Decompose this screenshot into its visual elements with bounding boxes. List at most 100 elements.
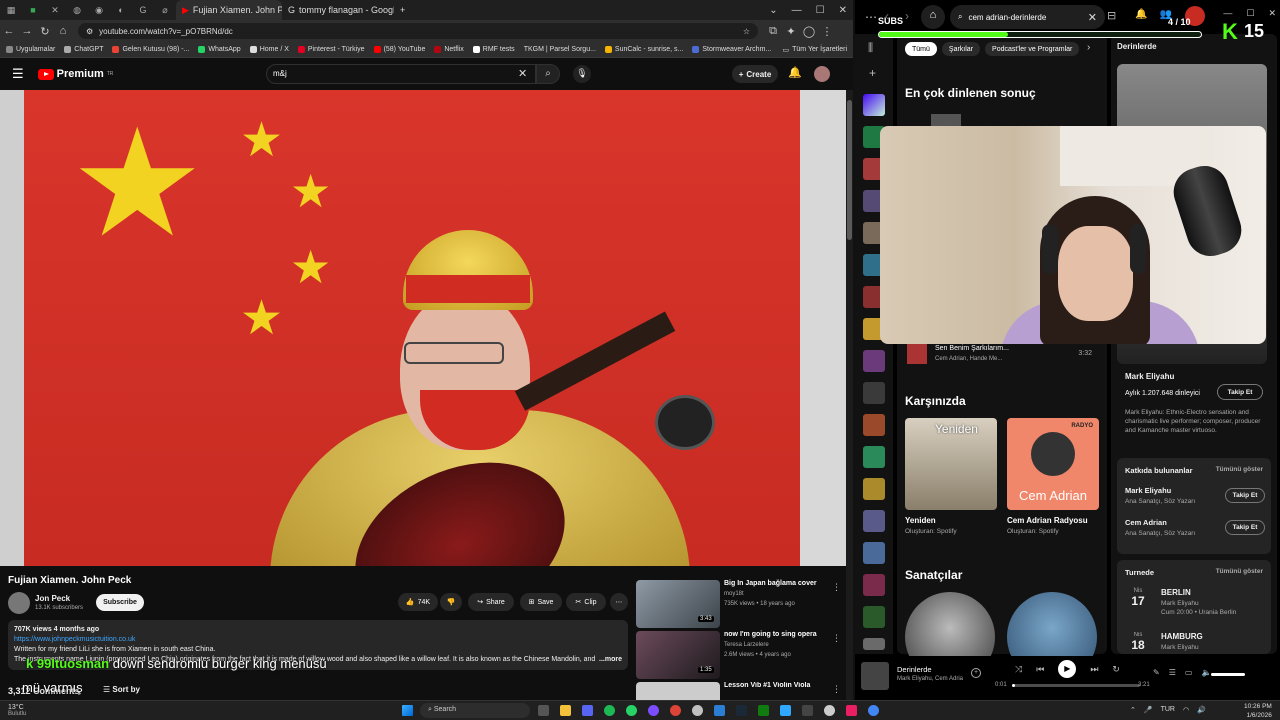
artist-name[interactable]: Mark Eliyahu bbox=[1125, 372, 1174, 381]
account-avatar[interactable] bbox=[814, 66, 830, 82]
spotify-icon[interactable] bbox=[604, 705, 615, 716]
discord-icon[interactable] bbox=[582, 705, 593, 716]
weather-widget[interactable]: 13°C Bulutlu bbox=[8, 704, 26, 717]
opera-icon[interactable] bbox=[692, 705, 703, 716]
description-link[interactable]: https://www.johnpeckmusictuition.co.uk bbox=[14, 635, 622, 645]
chrome-icon[interactable] bbox=[670, 705, 681, 716]
tour-event[interactable]: Nis 18 HAMBURG Mark Eliyahu bbox=[1125, 632, 1265, 654]
create-button[interactable]: + Create bbox=[732, 65, 778, 83]
scrollbar-thumb[interactable] bbox=[847, 100, 852, 240]
maximize-icon[interactable]: ☐ bbox=[1246, 8, 1254, 19]
library-item[interactable] bbox=[863, 350, 885, 372]
song-row[interactable]: Sen Benim Şarkılarım... Cem Adrian, Hand… bbox=[907, 342, 1102, 366]
obs-icon[interactable] bbox=[824, 705, 835, 716]
close-window-icon[interactable]: ✕ bbox=[839, 5, 847, 16]
notifications-bell-icon[interactable]: 🔔 bbox=[1135, 9, 1147, 20]
more-options-icon[interactable]: ⋮ bbox=[832, 582, 841, 593]
song-title[interactable]: Sen Benim Şarkılarım... bbox=[935, 345, 1009, 352]
app-icon[interactable] bbox=[846, 705, 857, 716]
now-playing-track[interactable]: Derinlerde bbox=[897, 665, 932, 674]
top-result-thumbnail[interactable] bbox=[931, 114, 961, 126]
share-button[interactable]: ↪ Share bbox=[468, 593, 514, 611]
bookmark-star-icon[interactable]: ☆ bbox=[743, 27, 750, 36]
progress-bar[interactable] bbox=[1012, 684, 1140, 687]
radio-card[interactable]: RADYO Cem Adrian Cem Adrian Radyosu Oluş… bbox=[1007, 418, 1099, 535]
extension-tab-icon[interactable]: ◐ bbox=[110, 0, 132, 20]
card-title[interactable]: Cem Adrian Radyosu bbox=[1007, 516, 1099, 525]
library-item[interactable] bbox=[863, 382, 885, 404]
repeat-icon[interactable]: ↻ bbox=[1112, 664, 1120, 675]
show-all-link[interactable]: Tümünü göster bbox=[1216, 568, 1263, 575]
song-artists[interactable]: Cem Adrian, Hande Me... bbox=[935, 356, 1002, 362]
recommended-title[interactable]: Big In Japan bağlama cover bbox=[724, 580, 817, 587]
page-scrollbar[interactable] bbox=[846, 90, 853, 700]
home-icon[interactable]: ⌂ bbox=[921, 5, 945, 29]
more-options-icon[interactable]: ⋮ bbox=[832, 684, 841, 695]
library-item[interactable] bbox=[863, 606, 885, 628]
wifi-icon[interactable]: ◠ bbox=[1183, 706, 1189, 714]
bookmark-item[interactable]: (58) YouTube bbox=[373, 46, 425, 53]
messenger-icon[interactable] bbox=[648, 705, 659, 716]
show-all-link[interactable]: Tümünü göster bbox=[1216, 466, 1263, 473]
tray-chevron-icon[interactable]: ⌃ bbox=[1130, 706, 1136, 714]
all-bookmarks[interactable]: ▭ Tüm Yer İşaretleri bbox=[783, 46, 847, 54]
file-explorer-icon[interactable] bbox=[560, 705, 571, 716]
bookmark-item[interactable]: Pinterest - Türkiye bbox=[297, 46, 365, 53]
more-link[interactable]: ...more bbox=[599, 655, 622, 665]
volume-icon[interactable]: 🔈 bbox=[1201, 668, 1211, 677]
url-input[interactable]: ⚙ youtube.com/watch?v=_pO7BRNd/dc ☆ bbox=[78, 23, 758, 39]
bookmark-item[interactable]: Netflix bbox=[434, 46, 464, 53]
library-icon[interactable]: ⫼ bbox=[868, 42, 873, 55]
google-tab-icon[interactable]: G bbox=[132, 0, 154, 20]
muted-tab-icon[interactable]: ⌀ bbox=[154, 0, 176, 20]
more-options-icon[interactable]: ⋮ bbox=[832, 633, 841, 644]
library-item[interactable] bbox=[863, 414, 885, 436]
x-tab-icon[interactable]: ✕ bbox=[44, 0, 66, 20]
chip-songs[interactable]: Şarkılar bbox=[941, 42, 981, 56]
hamburger-menu-icon[interactable]: ☰ bbox=[12, 66, 24, 82]
system-clock[interactable]: 10:26 PM 1/6/2026 bbox=[1244, 702, 1272, 720]
microphone-icon[interactable]: 🎤 bbox=[1144, 706, 1153, 714]
recommended-video[interactable]: 3:43 Big In Japan bağlama cover moy18t 7… bbox=[636, 580, 846, 630]
spotify-menu-icon[interactable]: ⋯ bbox=[865, 10, 877, 24]
shuffle-icon[interactable]: ⤨ bbox=[1015, 664, 1022, 675]
recommended-video[interactable]: 1:35 now I'm going to sing opera Teresa … bbox=[636, 631, 846, 681]
home-icon[interactable]: ⌂ bbox=[54, 25, 72, 37]
forward-icon[interactable]: → bbox=[18, 25, 36, 37]
library-item[interactable] bbox=[863, 478, 885, 500]
task-view-icon[interactable] bbox=[538, 705, 549, 716]
recommended-video[interactable]: Lesson Vib #1 Violin Viola ⋮ bbox=[636, 682, 846, 700]
volume-icon[interactable]: 🔊 bbox=[1197, 706, 1206, 714]
create-playlist-icon[interactable]: + bbox=[869, 66, 876, 80]
bookmark-item[interactable]: Stormweaver Archm... bbox=[692, 46, 771, 53]
queue-icon[interactable]: ☰ bbox=[1169, 668, 1176, 677]
follow-button[interactable]: Takip Et bbox=[1217, 384, 1263, 400]
bookmark-item[interactable]: WhatsApp bbox=[198, 46, 241, 53]
like-button[interactable]: 👍 74K bbox=[398, 593, 438, 611]
volume-slider[interactable] bbox=[1211, 673, 1245, 676]
recommended-channel[interactable]: Teresa Larzelere bbox=[724, 642, 769, 648]
clear-search-icon[interactable]: ✕ bbox=[1088, 11, 1097, 24]
notifications-bell-icon[interactable]: 🔔 bbox=[788, 66, 802, 79]
library-item[interactable] bbox=[863, 542, 885, 564]
save-button[interactable]: ⊞ Save bbox=[520, 593, 562, 611]
microphone-icon[interactable]: 🎙 bbox=[573, 65, 591, 83]
now-playing-cover[interactable] bbox=[861, 662, 889, 690]
reload-icon[interactable]: ↻ bbox=[36, 25, 54, 38]
back-icon[interactable]: ← bbox=[0, 25, 18, 37]
menu-dots-icon[interactable]: ⋮ bbox=[818, 25, 836, 38]
site-info-icon[interactable]: ⚙ bbox=[86, 27, 93, 36]
youtube-premium-logo[interactable]: Premium TR bbox=[37, 68, 113, 80]
bookmark-item[interactable]: RMF tests bbox=[472, 46, 515, 53]
now-playing-artists[interactable]: Mark Eliyahu, Cem Adria bbox=[897, 676, 963, 682]
clip-button[interactable]: ✂ Clip bbox=[566, 593, 606, 611]
bookmark-item[interactable]: SunCalc - sunrise, s... bbox=[604, 46, 683, 53]
tour-event[interactable]: Nis 17 BERLIN Mark Eliyahu Cum 20:00 • U… bbox=[1125, 588, 1265, 626]
vscode-icon[interactable] bbox=[714, 705, 725, 716]
browse-icon[interactable]: ⊟ bbox=[1107, 9, 1116, 22]
app-icon[interactable] bbox=[802, 705, 813, 716]
liked-songs-item[interactable] bbox=[863, 94, 885, 116]
search-icon[interactable]: ⌕ bbox=[536, 64, 560, 84]
language-indicator[interactable]: TUR bbox=[1161, 706, 1175, 714]
more-actions-button[interactable]: ⋯ bbox=[610, 593, 628, 611]
